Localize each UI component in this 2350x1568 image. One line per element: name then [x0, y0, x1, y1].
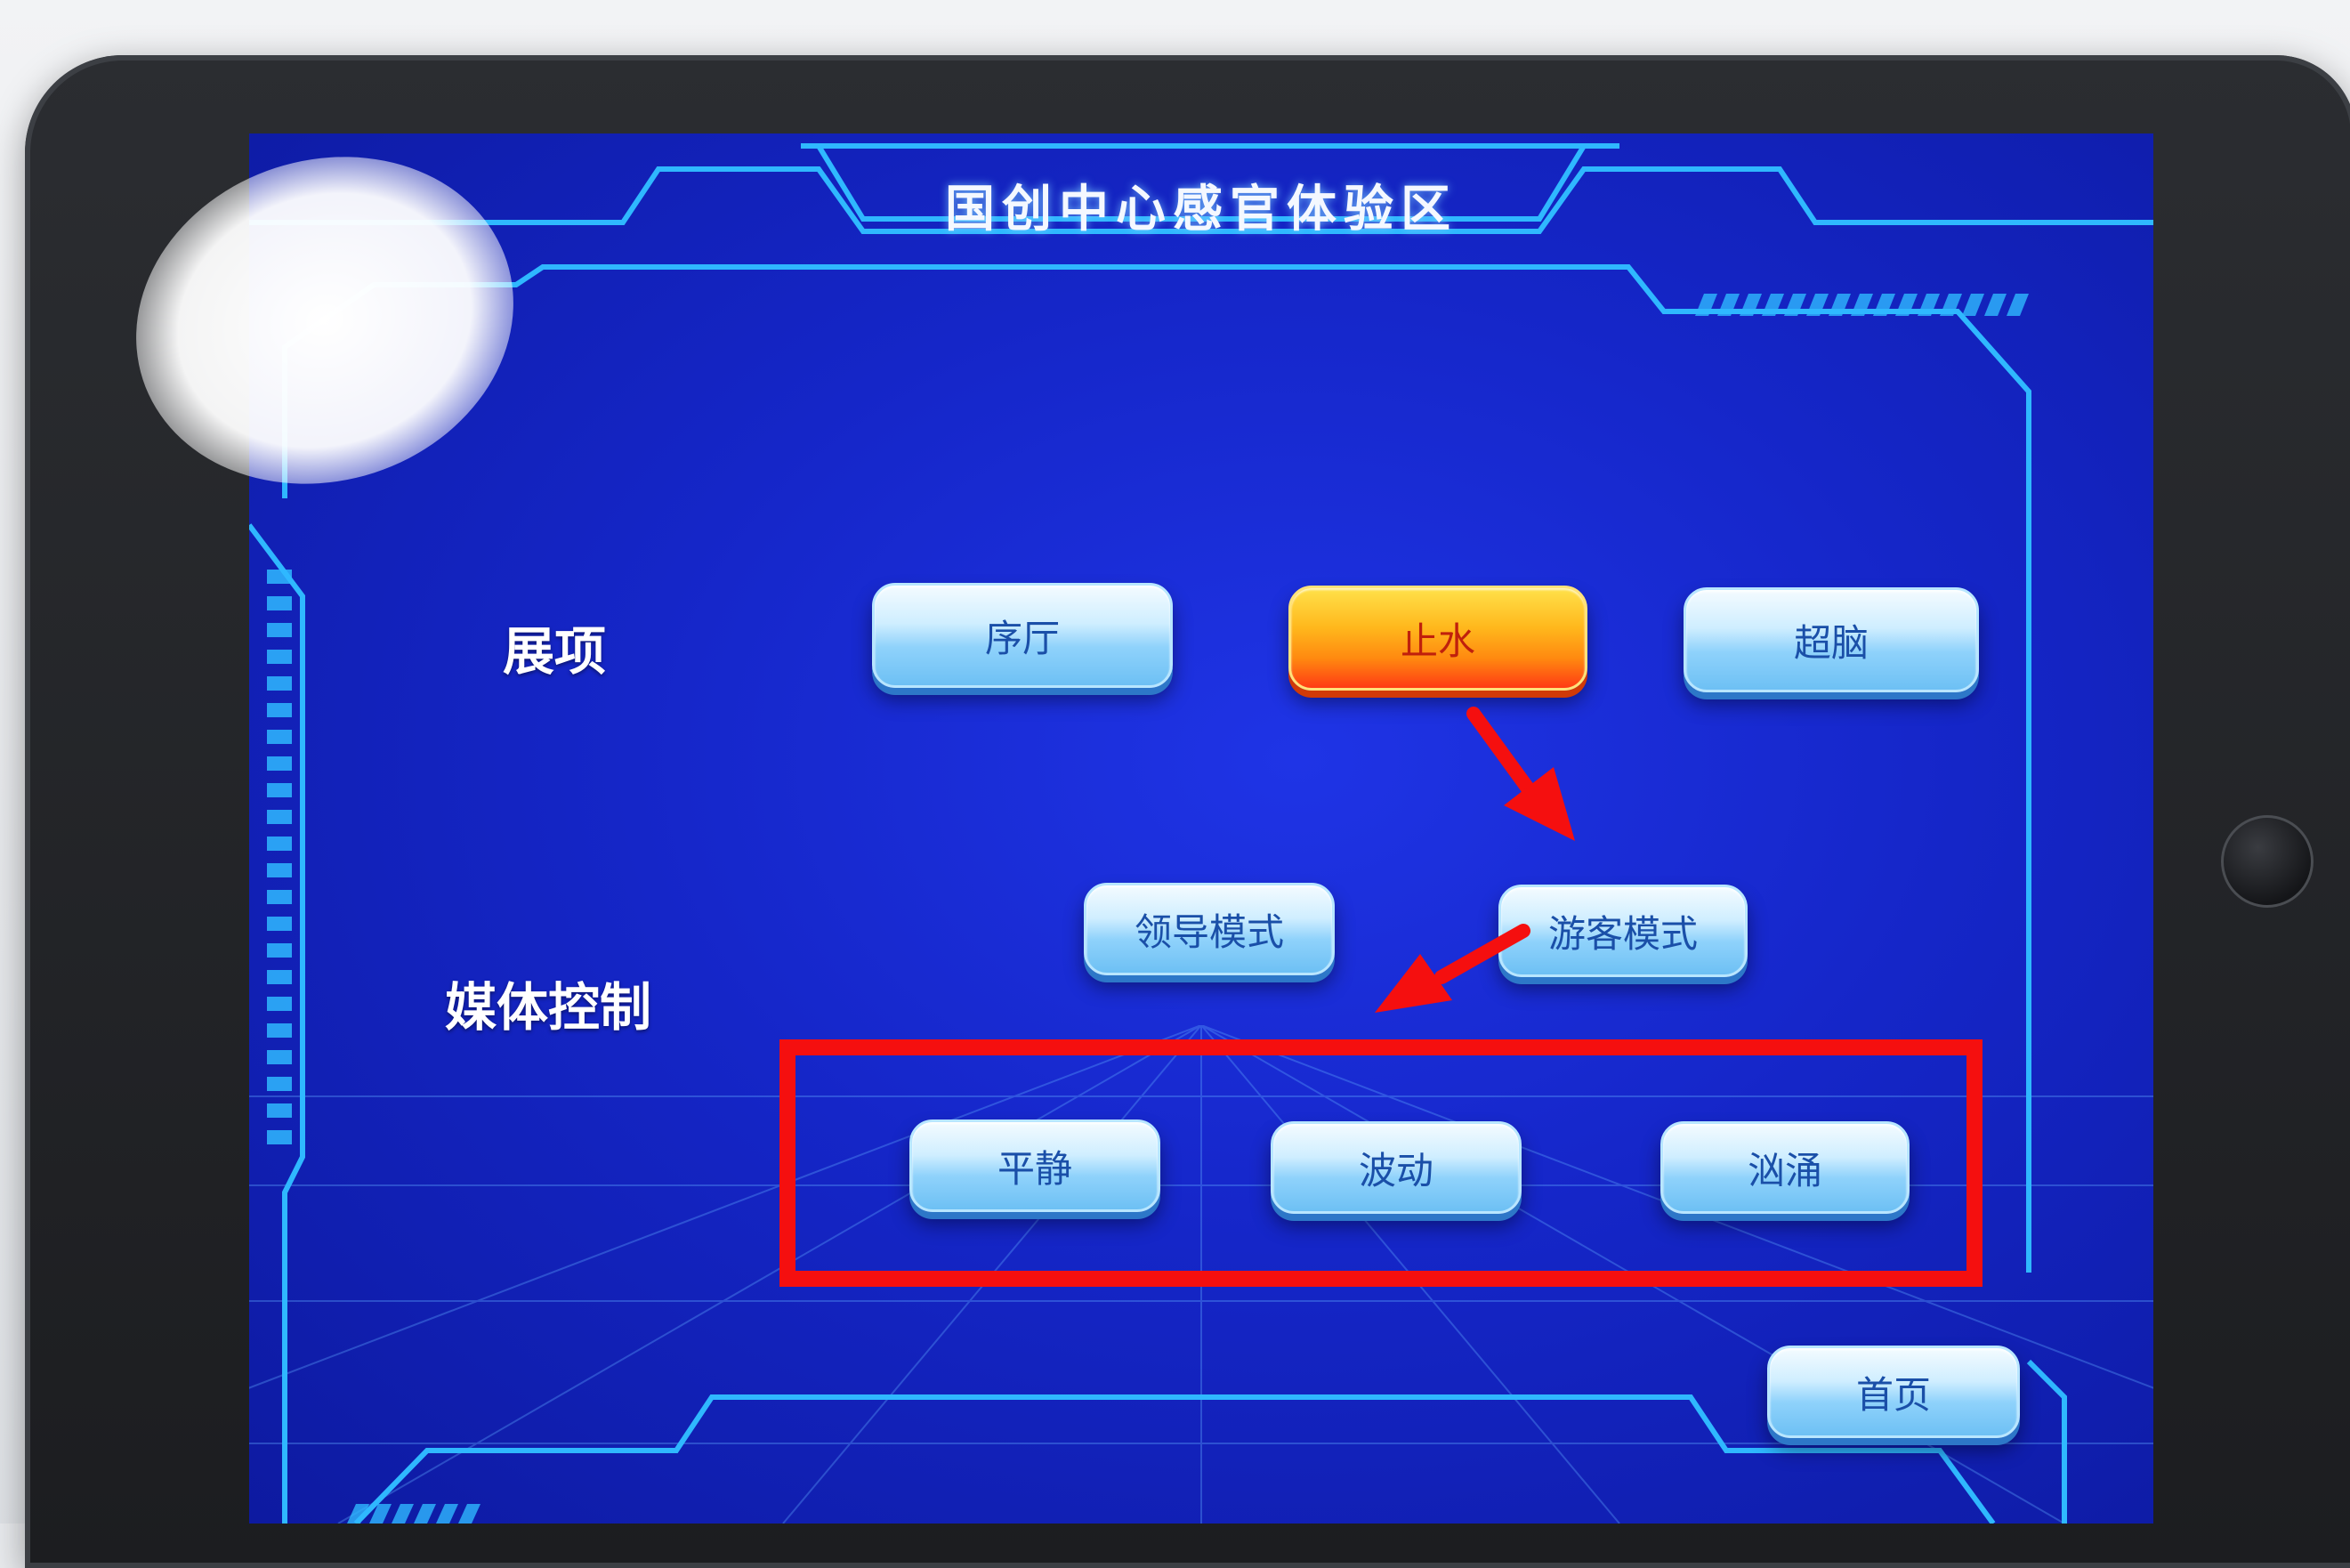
home-button-label: 首页 [1855, 1372, 1931, 1417]
mode-button-label: 领导模式 [1134, 909, 1284, 954]
exhibit-button-label: 序厅 [984, 616, 1060, 660]
exhibit-button-label: 超脑 [1793, 620, 1869, 665]
visitor-mode-button[interactable]: 游客模式 [1498, 885, 1748, 977]
app-screen: 国创中心感官体验区 展项 媒体控制 序厅 止水 超脑 领导模式 游客模式 平静 … [249, 133, 2153, 1524]
tablet-home-button[interactable] [2221, 815, 2314, 908]
scifi-frame [249, 143, 2153, 1524]
red-highlight-rectangle [779, 1039, 1983, 1287]
exhibit-button-label: 止水 [1400, 618, 1475, 663]
page-title: 国创中心感官体验区 [945, 181, 1458, 238]
media-control-section-label: 媒体控制 [445, 977, 652, 1038]
home-page-button[interactable]: 首页 [1767, 1346, 2020, 1438]
exhibit-button-water-stop[interactable]: 止水 [1288, 586, 1587, 691]
mode-button-label: 游客模式 [1547, 911, 1698, 956]
exhibit-button-super-brain[interactable]: 超脑 [1684, 587, 1979, 692]
exhibits-section-label: 展项 [503, 621, 607, 682]
exhibit-button-preface-hall[interactable]: 序厅 [872, 583, 1173, 688]
leader-mode-button[interactable]: 领导模式 [1084, 883, 1335, 975]
